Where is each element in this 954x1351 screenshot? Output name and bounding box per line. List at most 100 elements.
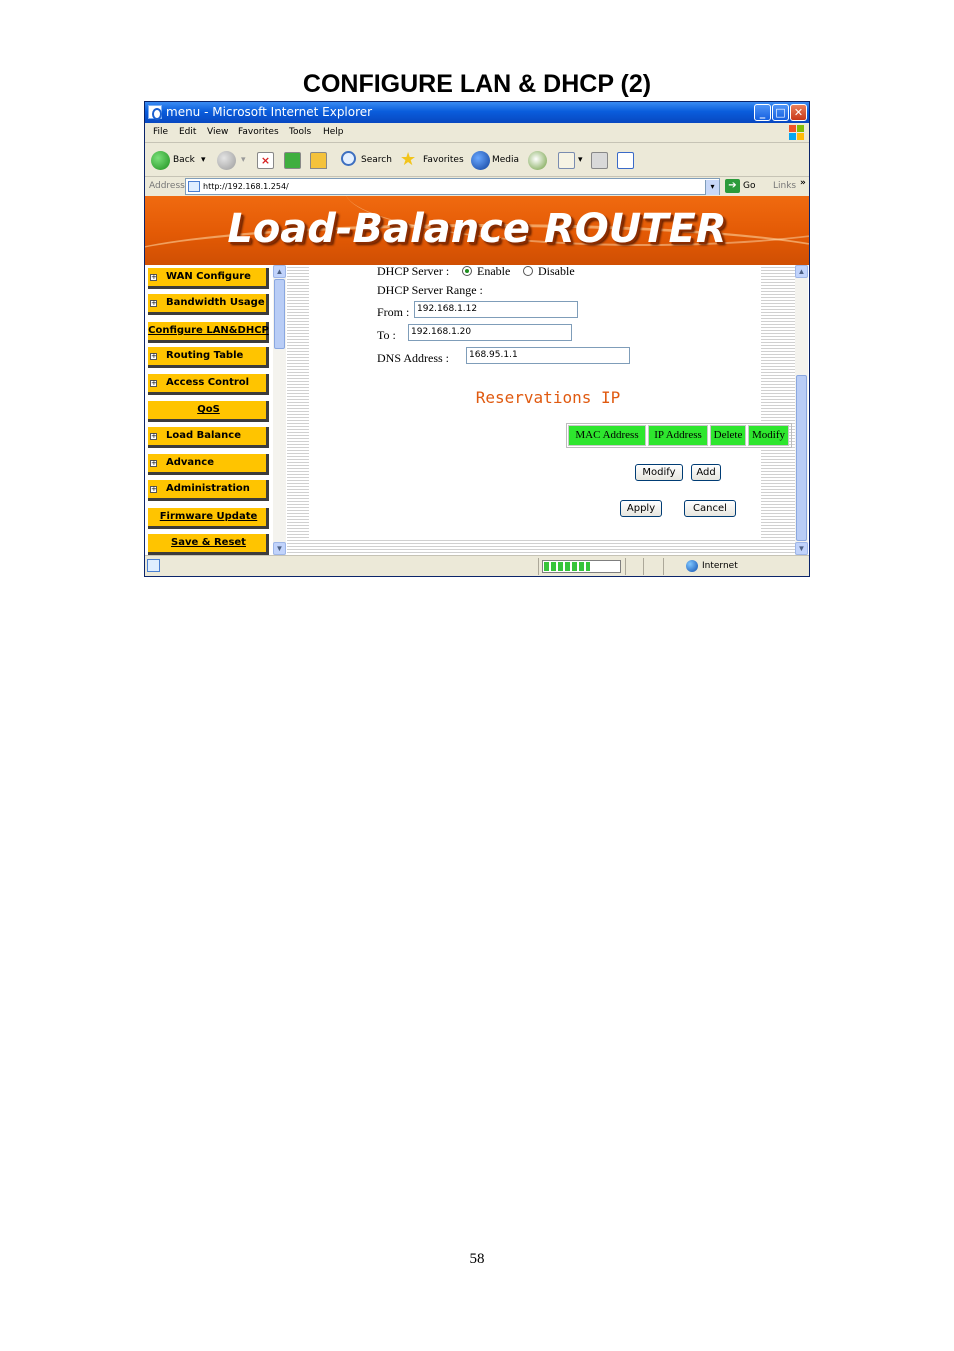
dhcp-disable-radio[interactable] bbox=[523, 266, 533, 276]
minimize-button[interactable]: _ bbox=[754, 104, 771, 121]
forward-dropdown-icon[interactable]: ▾ bbox=[241, 155, 246, 165]
back-label: Back bbox=[173, 155, 195, 165]
nav-item-label: Firmware Update bbox=[159, 511, 258, 522]
stop-button[interactable]: × bbox=[257, 149, 277, 171]
nav-item-administration[interactable]: + Administration bbox=[148, 480, 269, 501]
from-label: From : bbox=[377, 305, 410, 319]
links-label[interactable]: Links bbox=[773, 181, 796, 191]
nav-item-bandwidth-usage[interactable]: + Bandwidth Usage bbox=[148, 294, 269, 315]
nav-item-access-control[interactable]: + Access Control bbox=[148, 374, 269, 395]
menu-bar: File Edit View Favorites Tools Help bbox=[145, 123, 809, 143]
scroll-down-icon[interactable]: ▼ bbox=[795, 542, 808, 555]
home-button[interactable] bbox=[310, 149, 332, 171]
expand-icon[interactable]: + bbox=[150, 380, 157, 387]
expand-icon[interactable]: + bbox=[150, 353, 157, 360]
cancel-button[interactable]: Cancel bbox=[684, 500, 736, 517]
reservations-title: Reservations IP bbox=[475, 388, 621, 407]
range-from-input[interactable]: 192.168.1.12 bbox=[414, 301, 578, 318]
maximize-button[interactable]: □ bbox=[772, 104, 789, 121]
disable-label: Disable bbox=[538, 264, 575, 278]
media-button[interactable]: Media bbox=[471, 149, 521, 171]
expand-icon[interactable]: + bbox=[150, 433, 157, 440]
column-header-ip-address: IP Address bbox=[648, 425, 708, 446]
history-button[interactable] bbox=[528, 149, 548, 171]
nav-scrollbar[interactable]: ▲ ▼ bbox=[273, 265, 286, 555]
links-chevron-icon[interactable]: » bbox=[800, 178, 806, 188]
ie-icon bbox=[148, 105, 162, 120]
status-divider bbox=[625, 558, 626, 575]
status-bar: Internet bbox=[145, 555, 809, 576]
nav-item-configure-lan-dhcp[interactable]: Configure LAN&DHCP bbox=[148, 322, 269, 343]
toolbar: Back ▾ ▾ × Search ★ Favorites Media ▾ bbox=[145, 144, 809, 177]
back-button[interactable]: Back ▾ bbox=[151, 149, 213, 171]
enable-label: Enable bbox=[477, 264, 511, 278]
dns-address-input[interactable]: 168.95.1.1 bbox=[466, 347, 630, 364]
apply-button[interactable]: Apply bbox=[620, 500, 662, 517]
nav-item-routing-table[interactable]: + Routing Table bbox=[148, 347, 269, 368]
history-icon bbox=[528, 151, 547, 170]
page-status-icon bbox=[147, 559, 160, 572]
media-icon bbox=[471, 151, 490, 170]
dhcp-range-label: DHCP Server Range : bbox=[377, 283, 483, 297]
nav-item-save-reset[interactable]: Save & Reset bbox=[148, 534, 269, 555]
address-input[interactable]: http://192.168.1.254/ ▾ bbox=[185, 178, 720, 195]
scroll-up-icon[interactable]: ▲ bbox=[273, 265, 286, 278]
nav-item-advance[interactable]: + Advance bbox=[148, 454, 269, 475]
address-dropdown-icon[interactable]: ▾ bbox=[705, 180, 719, 195]
internet-zone-icon bbox=[686, 560, 698, 572]
scroll-up-icon[interactable]: ▲ bbox=[795, 265, 808, 278]
nav-item-firmware-update[interactable]: Firmware Update bbox=[148, 508, 269, 529]
forward-button[interactable]: ▾ bbox=[217, 149, 249, 171]
print-button[interactable] bbox=[591, 149, 613, 171]
favorites-button[interactable]: ★ Favorites bbox=[400, 149, 464, 171]
menu-edit[interactable]: Edit bbox=[179, 127, 196, 137]
scroll-down-icon[interactable]: ▼ bbox=[273, 542, 286, 555]
dns-address-label: DNS Address : bbox=[377, 351, 450, 365]
edit-page-icon bbox=[617, 152, 634, 169]
windows-logo-icon bbox=[788, 124, 805, 141]
back-arrow-icon bbox=[151, 151, 170, 170]
address-bar: Address http://192.168.1.254/ ▾ ➔ Go Lin… bbox=[145, 177, 809, 196]
back-dropdown-icon[interactable]: ▾ bbox=[201, 155, 206, 165]
content-scrollbar[interactable]: ▲ ▼ bbox=[795, 265, 808, 555]
nav-item-label: Administration bbox=[166, 483, 250, 494]
edit-button[interactable] bbox=[617, 149, 639, 171]
content-scroll-thumb[interactable] bbox=[796, 375, 807, 541]
favorites-label: Favorites bbox=[423, 155, 464, 165]
to-label: To : bbox=[377, 328, 396, 342]
menu-tools[interactable]: Tools bbox=[289, 127, 311, 137]
range-to-input[interactable]: 192.168.1.20 bbox=[408, 324, 572, 341]
dhcp-enable-radio[interactable] bbox=[462, 266, 472, 276]
add-button[interactable]: Add bbox=[691, 464, 721, 481]
expand-icon[interactable]: + bbox=[150, 274, 157, 281]
status-divider bbox=[643, 558, 644, 575]
menu-help[interactable]: Help bbox=[323, 127, 344, 137]
mail-button[interactable]: ▾ bbox=[558, 149, 586, 171]
dhcp-server-label: DHCP Server : bbox=[377, 264, 450, 278]
mail-dropdown-icon[interactable]: ▾ bbox=[578, 155, 583, 165]
refresh-button[interactable] bbox=[284, 149, 304, 171]
menu-favorites[interactable]: Favorites bbox=[238, 127, 279, 137]
forward-arrow-icon bbox=[217, 151, 236, 170]
nav-item-label: WAN Configure bbox=[166, 271, 251, 282]
expand-icon[interactable]: + bbox=[150, 460, 157, 467]
search-button[interactable]: Search bbox=[341, 149, 393, 171]
go-button[interactable]: Go bbox=[743, 181, 755, 191]
nav-scroll-thumb[interactable] bbox=[274, 279, 285, 349]
go-arrow-icon[interactable]: ➔ bbox=[725, 179, 740, 193]
expand-icon[interactable]: + bbox=[150, 486, 157, 493]
nav-item-load-balance[interactable]: + Load Balance bbox=[148, 427, 269, 448]
banner-title: Load-Balance ROUTER bbox=[227, 206, 727, 252]
expand-icon[interactable]: + bbox=[150, 300, 157, 307]
router-banner: Load-Balance ROUTER bbox=[145, 196, 809, 265]
nav-item-wan-configure[interactable]: + WAN Configure bbox=[148, 268, 269, 289]
address-url: http://192.168.1.254/ bbox=[203, 182, 289, 191]
stop-icon: × bbox=[257, 152, 274, 169]
menu-file[interactable]: File bbox=[153, 127, 168, 137]
nav-item-qos[interactable]: QoS bbox=[148, 401, 269, 422]
menu-view[interactable]: View bbox=[207, 127, 228, 137]
close-button[interactable]: ✕ bbox=[790, 104, 807, 121]
modify-button[interactable]: Modify bbox=[635, 464, 683, 481]
search-label: Search bbox=[361, 155, 392, 165]
content-frame: DHCP Server : Enable Disable DHCP Server… bbox=[287, 264, 809, 555]
